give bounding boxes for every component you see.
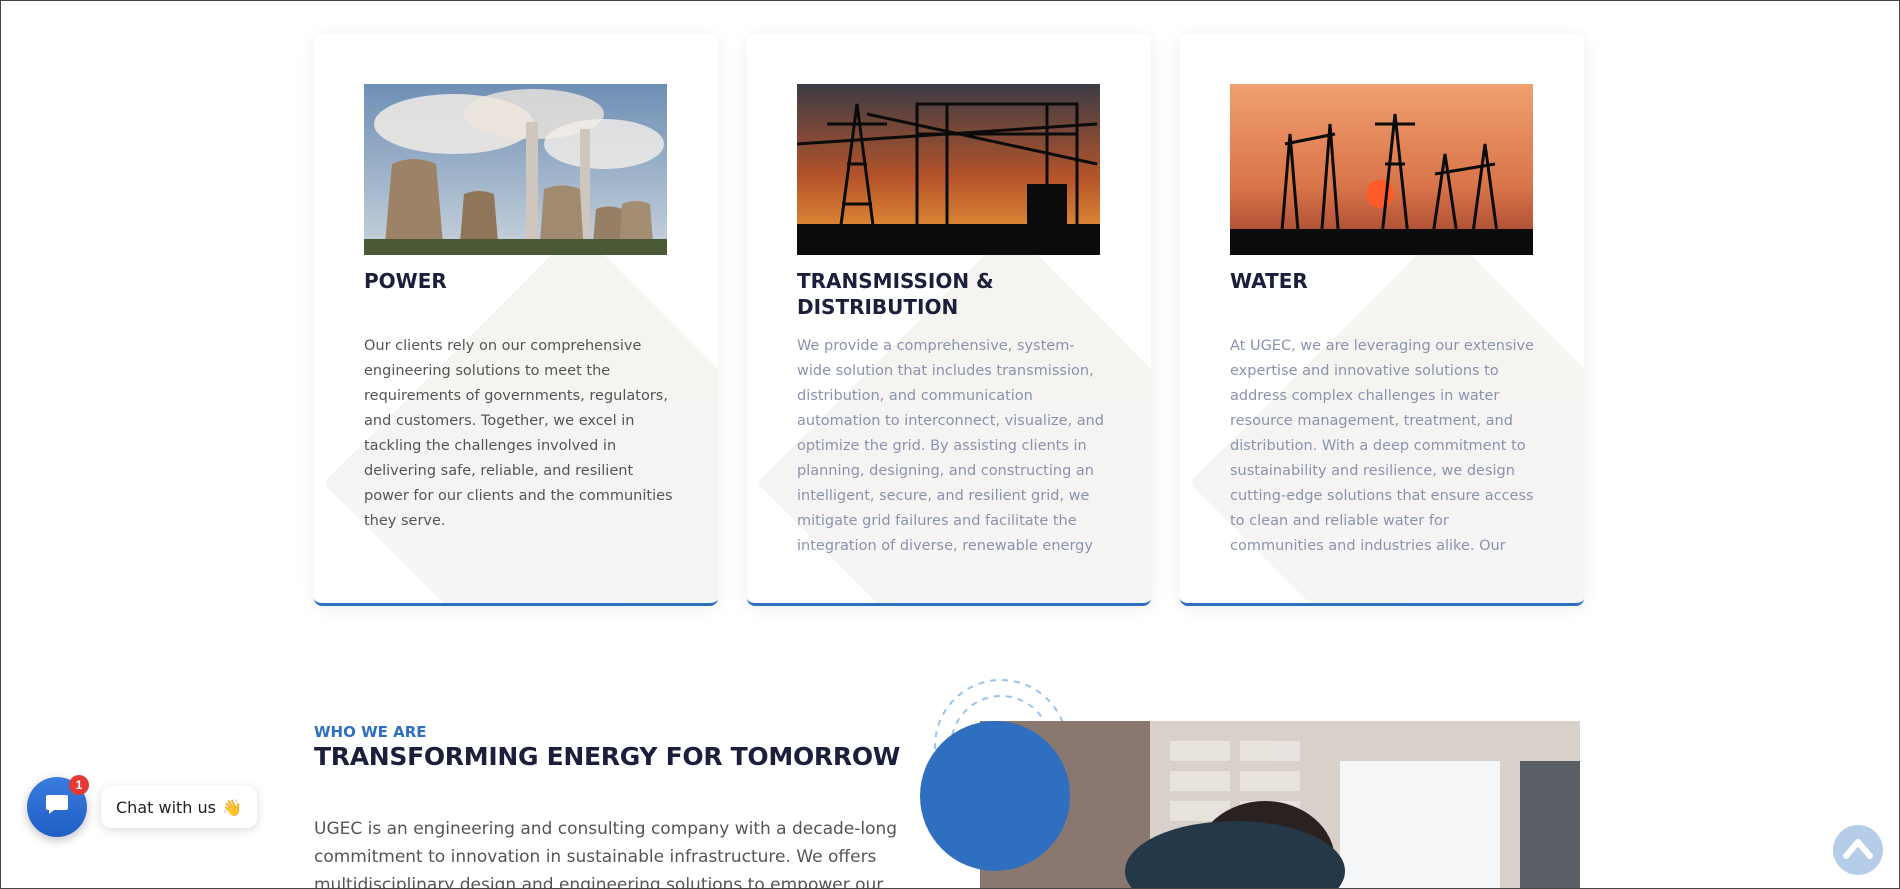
service-description: We provide a comprehensive, system-wide … (797, 338, 1105, 554)
chat-with-us-label[interactable]: Chat with us 👋 (101, 786, 257, 828)
decorative-blue-circle (920, 721, 1070, 871)
scroll-to-top-button[interactable] (1833, 825, 1883, 875)
service-description: At UGEC, we are leveraging our extensive… (1230, 338, 1535, 554)
service-title: POWER (364, 269, 447, 293)
service-card-transmission[interactable]: TRANSMISSION & DISTRIBUTION We provide a… (747, 34, 1151, 606)
water-infrastructure-image (1230, 84, 1533, 255)
service-title: TRANSMISSION & DISTRIBUTION (797, 269, 994, 319)
wave-emoji: 👋 (221, 797, 242, 817)
chevron-up-icon (1843, 837, 1873, 864)
transmission-towers-image (797, 84, 1100, 255)
section-title: TRANSFORMING ENERGY FOR TOMORROW (314, 742, 901, 771)
service-title: WATER (1230, 269, 1308, 293)
chat-label-text: Chat with us (116, 797, 216, 817)
notification-badge: 1 (69, 775, 89, 795)
services-cards: POWER Our clients rely on our comprehens… (314, 34, 1584, 606)
service-card-power[interactable]: POWER Our clients rely on our comprehens… (314, 34, 718, 606)
service-card-water[interactable]: WATER At UGEC, we are leveraging our ext… (1180, 34, 1584, 606)
section-tag: WHO WE ARE (314, 723, 427, 741)
about-description: UGEC is an engineering and consulting co… (314, 819, 898, 889)
service-description: Our clients rely on our comprehensive en… (364, 338, 673, 529)
power-plant-image (364, 84, 667, 255)
chat-bubble-icon (44, 793, 70, 822)
team-photo (980, 721, 1580, 889)
